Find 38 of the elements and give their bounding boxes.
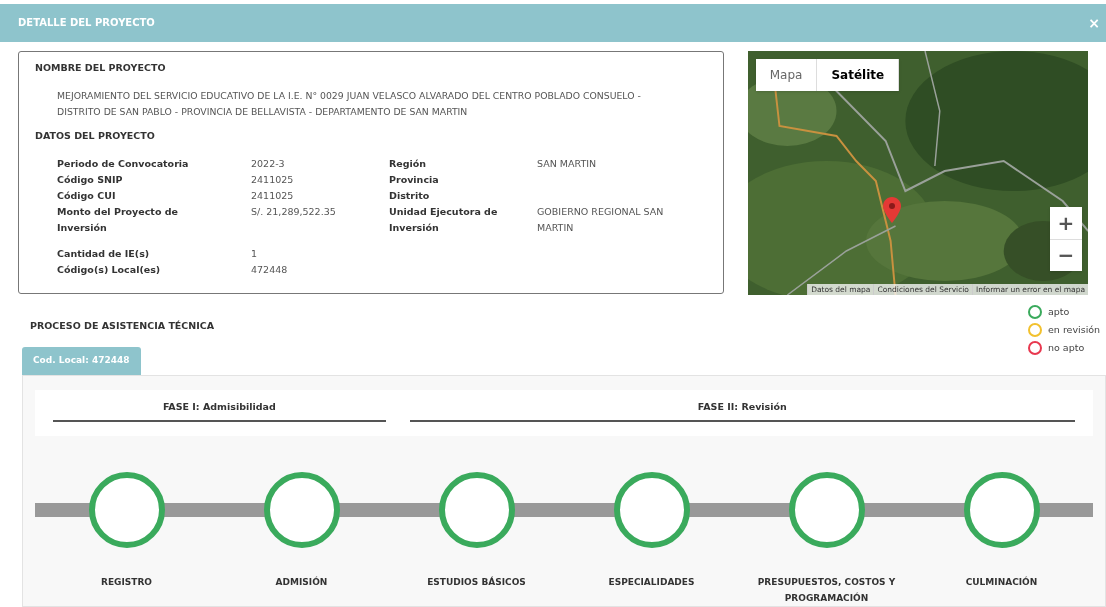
project-name: MEJORAMIENTO DEL SERVICIO EDUCATIVO DE LA I.E. N° 0029 JUAN VELASCO ALVARADO DEL CENTRO POBLADO CONSUELO - DISTRITO DE SAN PABLO - PROVINCIA DE BELLAVISTA - DEPARTAMENTO DE SAN MARTIN bbox=[56, 88, 642, 119]
field-label: Distrito bbox=[389, 188, 431, 203]
field-label: Monto del Proyecto de Inversión bbox=[57, 204, 179, 235]
section-heading: DATOS DEL PROYECTO bbox=[35, 128, 156, 143]
stage-label: PRESUPUESTOS, COSTOS Y PROGRAMACIÓN bbox=[756, 576, 897, 605]
field-label: Periodo de Convocatoria bbox=[57, 156, 190, 171]
field-value: SAN MARTIN bbox=[537, 156, 598, 171]
map-pin-icon bbox=[882, 196, 901, 223]
map-type-button[interactable]: Satélite bbox=[817, 58, 900, 91]
phase-header: FASE II: Revisión bbox=[409, 399, 1075, 422]
stage-label: ADMISIÓN bbox=[274, 575, 329, 589]
field-label: Región bbox=[389, 156, 428, 171]
field-label: Provincia bbox=[389, 172, 440, 187]
field-label: Código SNIP bbox=[57, 172, 124, 187]
map-type-button[interactable]: Mapa bbox=[755, 58, 818, 91]
stage-label: ESPECIALIDADES bbox=[607, 576, 696, 589]
field-value: 2411025 bbox=[251, 188, 294, 203]
field-value: S/. 21,289,522.35 bbox=[251, 204, 336, 219]
zoom-in-button[interactable]: + bbox=[1050, 206, 1082, 239]
section-heading: PROCESO DE ASISTENCIA TÉCNICA bbox=[30, 318, 215, 333]
field-label: Unidad Ejecutora de Inversión bbox=[389, 204, 499, 235]
legend-label: no apto bbox=[1048, 341, 1085, 356]
field-label: Código CUI bbox=[57, 188, 117, 203]
dialog-title: DETALLE DEL PROYECTO bbox=[18, 16, 155, 31]
field-value: 472448 bbox=[251, 262, 288, 277]
field-value: GOBIERNO REGIONAL SAN MARTIN bbox=[537, 204, 665, 235]
stage-label: CULMINACIÓN bbox=[964, 575, 1039, 589]
phase-header: FASE I: Admisibilidad bbox=[53, 399, 386, 422]
field-value: 1 bbox=[251, 246, 258, 261]
field-label: Código(s) Local(es) bbox=[57, 262, 162, 277]
stage-label: REGISTRO bbox=[100, 576, 153, 589]
stage-label: ESTUDIOS BÁSICOS bbox=[426, 575, 527, 589]
field-value: 2411025 bbox=[251, 172, 294, 187]
legend-label: en revisión bbox=[1048, 323, 1101, 337]
section-heading: NOMBRE DEL PROYECTO bbox=[35, 60, 167, 75]
field-label: Cantidad de IE(s) bbox=[57, 246, 151, 261]
legend-label: apto bbox=[1048, 304, 1070, 319]
field-value: 2022-3 bbox=[251, 156, 285, 171]
